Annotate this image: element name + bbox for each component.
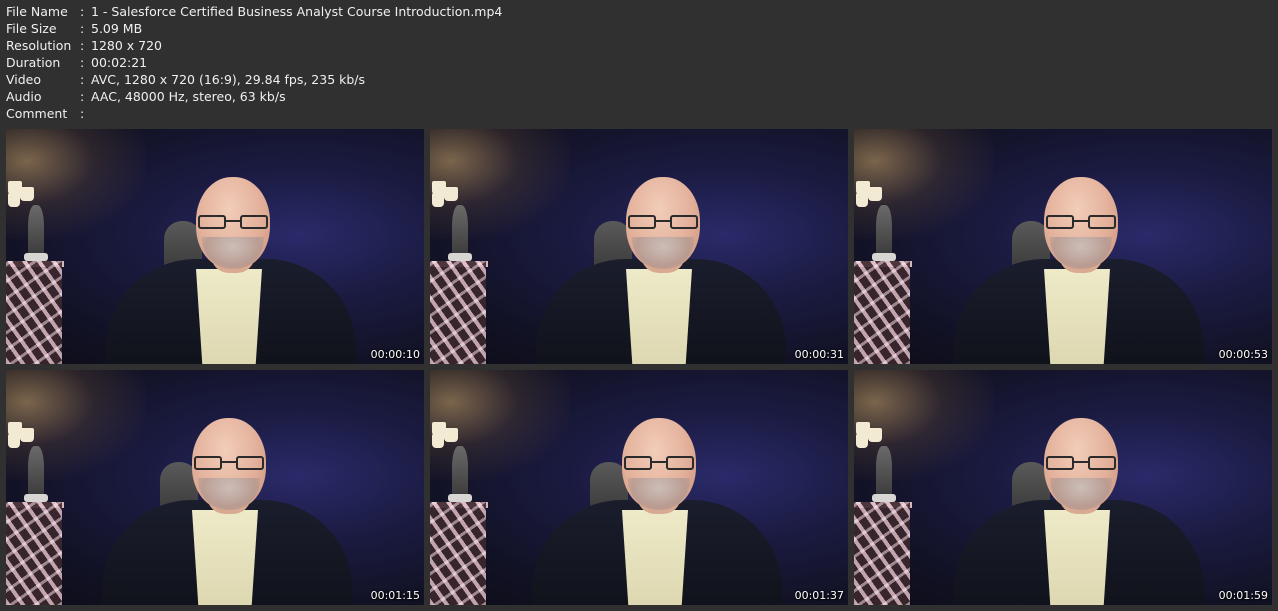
info-row-file-name: File Name : 1 - Salesforce Certified Bus… — [6, 3, 502, 20]
side-table — [6, 261, 62, 364]
lamp-stand — [28, 446, 44, 498]
lamp-shade — [868, 428, 882, 442]
glasses-icon — [1046, 456, 1116, 472]
lamp-glow — [6, 129, 146, 239]
video-thumbnail[interactable]: 00:00:10 — [6, 129, 424, 364]
info-sep: : — [80, 21, 85, 36]
glasses-icon — [198, 215, 268, 231]
info-value: AAC, 48000 Hz, stereo, 63 kb/s — [91, 89, 286, 104]
info-row-comment: Comment : — [6, 105, 502, 122]
thumbnail-timestamp: 00:01:15 — [370, 589, 420, 602]
info-key: Audio — [6, 89, 42, 104]
lamp-shade — [432, 434, 444, 448]
info-key: Video — [6, 72, 42, 87]
lamp-stand — [876, 446, 892, 498]
info-row-audio: Audio : AAC, 48000 Hz, stereo, 63 kb/s — [6, 88, 502, 105]
thumbnail-timestamp: 00:00:10 — [370, 348, 420, 361]
person-shirt — [192, 510, 258, 605]
lamp-shade — [444, 187, 458, 201]
thumbnail-timestamp: 00:00:53 — [1218, 348, 1268, 361]
lamp-base — [24, 494, 48, 502]
info-sep: : — [80, 72, 85, 87]
info-sep: : — [80, 4, 85, 19]
info-sep: : — [80, 38, 85, 53]
side-table — [6, 502, 62, 605]
info-value: 5.09 MB — [91, 21, 143, 36]
lamp-glow — [430, 129, 570, 239]
lamp-base — [24, 253, 48, 261]
thumbnail-timestamp: 00:01:37 — [794, 589, 844, 602]
lamp-shade — [8, 193, 20, 207]
lamp-base — [872, 253, 896, 261]
person-shirt — [626, 269, 692, 364]
glasses-icon — [194, 456, 264, 472]
lamp-base — [448, 253, 472, 261]
info-key: Resolution — [6, 38, 72, 53]
info-key: File Size — [6, 21, 57, 36]
info-sep: : — [80, 89, 85, 104]
info-sep: : — [80, 106, 85, 121]
video-thumbnail[interactable]: 00:01:59 — [854, 370, 1272, 605]
lamp-shade — [8, 434, 20, 448]
side-table — [854, 261, 910, 364]
info-sep: : — [80, 55, 85, 70]
side-table — [430, 261, 486, 364]
glasses-icon — [1046, 215, 1116, 231]
lamp-glow — [430, 370, 570, 480]
lamp-stand — [28, 205, 44, 257]
file-info-panel: File Name : 1 - Salesforce Certified Bus… — [6, 3, 502, 122]
person-shirt — [1044, 510, 1110, 605]
video-thumbnail[interactable]: 00:00:53 — [854, 129, 1272, 364]
lamp-shade — [868, 187, 882, 201]
video-thumbnail[interactable]: 00:00:31 — [430, 129, 848, 364]
side-table — [430, 502, 486, 605]
info-value: AVC, 1280 x 720 (16:9), 29.84 fps, 235 k… — [91, 72, 366, 87]
lamp-shade — [856, 434, 868, 448]
video-thumbnail[interactable]: 00:01:15 — [6, 370, 424, 605]
lamp-base — [872, 494, 896, 502]
info-key: Duration — [6, 55, 61, 70]
lamp-glow — [854, 370, 994, 480]
lamp-glow — [854, 129, 994, 239]
thumbnail-timestamp: 00:01:59 — [1218, 589, 1268, 602]
lamp-shade — [856, 193, 868, 207]
lamp-stand — [452, 446, 468, 498]
lamp-shade — [20, 187, 34, 201]
lamp-base — [448, 494, 472, 502]
info-value: 1 - Salesforce Certified Business Analys… — [91, 4, 503, 19]
glasses-icon — [628, 215, 698, 231]
lamp-shade — [432, 193, 444, 207]
glasses-icon — [624, 456, 694, 472]
lamp-stand — [452, 205, 468, 257]
thumbnail-grid: 00:00:10 00:00:31 00:00:53 00:01:15 00:0… — [6, 129, 1272, 605]
lamp-glow — [6, 370, 146, 480]
info-key: Comment — [6, 106, 68, 121]
info-value: 1280 x 720 — [91, 38, 163, 53]
side-table — [854, 502, 910, 605]
thumbnail-timestamp: 00:00:31 — [794, 348, 844, 361]
lamp-shade — [20, 428, 34, 442]
info-value: 00:02:21 — [91, 55, 148, 70]
info-key: File Name — [6, 4, 68, 19]
person-shirt — [1044, 269, 1110, 364]
info-row-video: Video : AVC, 1280 x 720 (16:9), 29.84 fp… — [6, 71, 502, 88]
lamp-stand — [876, 205, 892, 257]
info-row-duration: Duration : 00:02:21 — [6, 54, 502, 71]
video-thumbnail[interactable]: 00:01:37 — [430, 370, 848, 605]
info-row-file-size: File Size : 5.09 MB — [6, 20, 502, 37]
person-shirt — [196, 269, 262, 364]
person-shirt — [622, 510, 688, 605]
lamp-shade — [444, 428, 458, 442]
info-row-resolution: Resolution : 1280 x 720 — [6, 37, 502, 54]
